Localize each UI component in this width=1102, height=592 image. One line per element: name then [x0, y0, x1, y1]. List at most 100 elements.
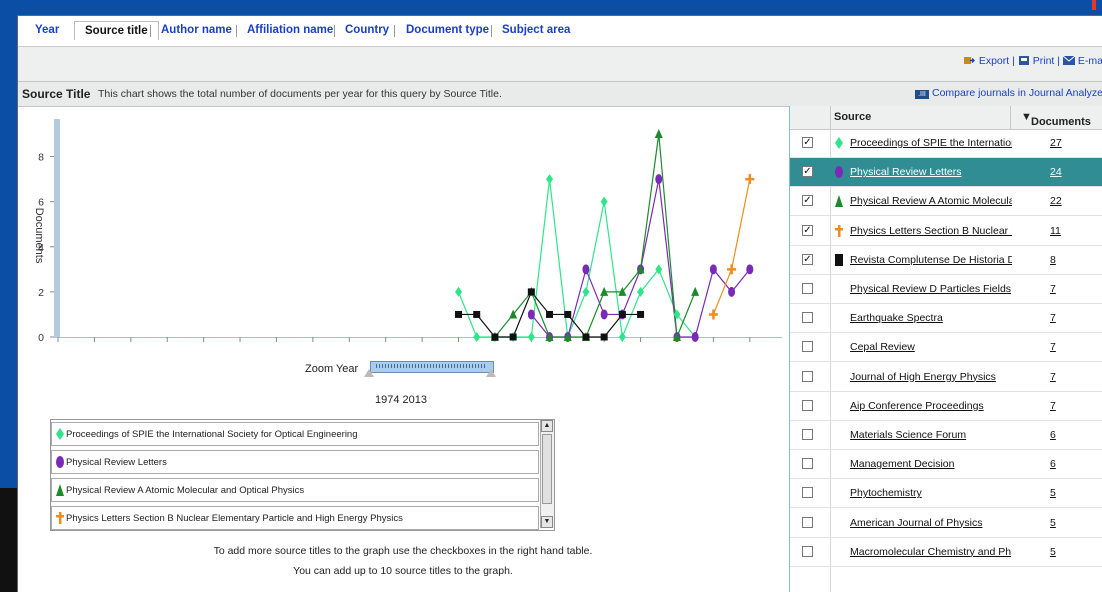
source-link[interactable]: Proceedings of SPIE the Internation	[850, 137, 1012, 149]
scroll-thumb[interactable]	[542, 434, 552, 504]
document-count-link[interactable]: 24	[1050, 166, 1062, 178]
export-link[interactable]: Export	[963, 55, 1009, 67]
row-checkbox[interactable]: ✓	[802, 166, 813, 178]
row-checkbox[interactable]	[802, 312, 813, 324]
table-row[interactable]: Materials Science Forum 6	[790, 421, 1102, 450]
tab-document-type[interactable]: Document type	[406, 24, 489, 36]
zoom-slider-grip	[376, 364, 486, 368]
tab-author-name[interactable]: Author name	[161, 24, 232, 36]
document-count-link[interactable]: 5	[1050, 517, 1056, 529]
table-row[interactable]: Journal of High Energy Physics 7	[790, 363, 1102, 392]
table-row[interactable]: ✓ Physical Review A Atomic Molecula 22	[790, 187, 1102, 217]
source-link[interactable]: Cepal Review	[850, 341, 1012, 353]
row-checkbox[interactable]: ✓	[802, 224, 813, 236]
document-count-link[interactable]: 5	[1050, 487, 1056, 499]
source-link[interactable]: American Journal of Physics	[850, 517, 1012, 529]
document-count-link[interactable]: 11	[1050, 225, 1061, 237]
row-checkbox[interactable]	[802, 341, 813, 353]
document-count-link[interactable]: 22	[1050, 195, 1062, 207]
source-link[interactable]: Physical Review A Atomic Molecula	[850, 195, 1012, 207]
documents-column-header[interactable]: Documents ▼	[1010, 106, 1102, 129]
zoom-year-range: 1974 2013	[375, 394, 427, 406]
row-checkbox[interactable]	[802, 545, 813, 557]
circle-icon	[56, 456, 64, 468]
table-row[interactable]: Aip Conference Proceedings 7	[790, 392, 1102, 421]
scroll-down-arrow[interactable]: ▼	[541, 516, 553, 528]
table-row[interactable]: ✓ Revista Complutense De Historia D 8	[790, 246, 1102, 275]
source-link[interactable]: Management Decision	[850, 458, 1012, 470]
row-checkbox[interactable]	[802, 516, 813, 528]
row-checkbox[interactable]: ✓	[802, 253, 813, 265]
legend-item: Proceedings of SPIE the International So…	[51, 422, 539, 446]
source-link[interactable]: Materials Science Forum	[850, 429, 1012, 441]
export-tools: Export | Print | E-ma	[963, 55, 1102, 67]
source-link[interactable]: Earthquake Spectra	[850, 312, 1012, 324]
table-row[interactable]: Phytochemistry 5	[790, 479, 1102, 509]
source-table: Source Documents ▼ ✓ Proceedings of SPIE …	[789, 106, 1102, 592]
document-count-link[interactable]: 6	[1050, 458, 1056, 470]
source-link[interactable]: Macromolecular Chemistry and Ph	[850, 546, 1012, 558]
email-link[interactable]: E-ma	[1062, 55, 1102, 67]
tab-source-title[interactable]: Source title	[74, 21, 159, 40]
row-checkbox[interactable]	[802, 487, 813, 499]
zoom-start-handle[interactable]	[364, 369, 374, 377]
data-point-circle	[709, 264, 717, 275]
tab-separator	[334, 25, 335, 37]
tab-year[interactable]: Year	[35, 24, 59, 36]
data-point-circle	[527, 309, 535, 320]
legend-scrollbar[interactable]: ▲ ▼	[540, 420, 554, 528]
legend-item: Physical Review A Atomic Molecular and O…	[51, 478, 539, 502]
data-point-circle	[691, 332, 699, 342]
scroll-up-arrow[interactable]: ▲	[541, 420, 553, 432]
document-count-link[interactable]: 7	[1050, 371, 1056, 383]
tab-subject-area[interactable]: Subject area	[502, 24, 570, 36]
document-count-link[interactable]: 7	[1050, 400, 1056, 412]
compare-journals-link[interactable]: .III Compare journals in Journal Analyze	[914, 87, 1102, 99]
document-count-link[interactable]: 7	[1050, 283, 1056, 295]
source-link[interactable]: Revista Complutense De Historia D	[850, 254, 1012, 266]
source-column-header[interactable]: Source	[834, 111, 871, 123]
table-row[interactable]: ✓ Physical Review Letters 24	[790, 158, 1102, 188]
data-point-cross	[745, 177, 755, 181]
checkbox-column-header	[790, 106, 831, 129]
data-point-square	[473, 310, 481, 318]
row-checkbox[interactable]: ✓	[802, 137, 813, 148]
analyze-panel: Year Source title Author name Affiliatio…	[17, 15, 1102, 592]
row-checkbox[interactable]	[802, 370, 813, 382]
document-count-link[interactable]: 27	[1050, 137, 1062, 149]
data-point-diamond	[546, 174, 554, 185]
source-link[interactable]: Phytochemistry	[850, 487, 1012, 499]
document-count-link[interactable]: 7	[1050, 312, 1056, 324]
document-count-link[interactable]: 5	[1050, 546, 1056, 558]
tab-separator	[394, 25, 395, 37]
source-link[interactable]: Physics Letters Section B Nuclear E	[850, 225, 1012, 237]
row-checkbox[interactable]	[802, 458, 813, 470]
table-row[interactable]: ✓ Proceedings of SPIE the Internation 27	[790, 129, 1102, 158]
source-link[interactable]: Physical Review Letters	[850, 166, 1012, 178]
document-count-link[interactable]: 7	[1050, 341, 1056, 353]
table-row[interactable]: American Journal of Physics 5	[790, 509, 1102, 538]
document-count-link[interactable]: 8	[1050, 254, 1056, 266]
table-row[interactable]: Cepal Review 7	[790, 333, 1102, 363]
table-row[interactable]: Earthquake Spectra 7	[790, 304, 1102, 334]
zoom-end-handle[interactable]	[486, 369, 496, 377]
data-point-triangle	[654, 129, 663, 138]
tab-affiliation-name[interactable]: Affiliation name	[247, 24, 333, 36]
table-row[interactable]: Management Decision 6	[790, 450, 1102, 480]
print-link[interactable]: Print	[1018, 55, 1054, 67]
data-point-diamond	[618, 332, 626, 342]
source-link[interactable]: Journal of High Energy Physics	[850, 371, 1012, 383]
row-checkbox[interactable]	[802, 399, 813, 411]
table-row[interactable]: Physical Review D Particles Fields 7	[790, 275, 1102, 304]
row-checkbox[interactable]	[802, 429, 813, 440]
row-checkbox[interactable]	[802, 283, 813, 294]
document-count-link[interactable]: 6	[1050, 429, 1056, 441]
row-checkbox[interactable]: ✓	[802, 195, 813, 207]
table-row[interactable]: ✓ Physics Letters Section B Nuclear E 11	[790, 217, 1102, 246]
source-link[interactable]: Aip Conference Proceedings	[850, 400, 1012, 412]
table-row[interactable]: Macromolecular Chemistry and Ph 5	[790, 538, 1102, 567]
add-sources-hint: To add more source titles to the graph u…	[213, 545, 593, 557]
tab-separator	[150, 25, 151, 37]
tab-country[interactable]: Country	[345, 24, 389, 36]
source-link[interactable]: Physical Review D Particles Fields	[850, 283, 1012, 295]
